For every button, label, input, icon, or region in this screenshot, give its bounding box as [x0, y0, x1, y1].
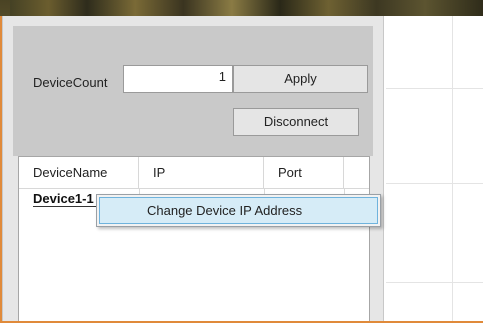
- column-header-device-name[interactable]: DeviceName: [19, 157, 139, 188]
- background-grid-line: [386, 88, 483, 89]
- column-header-filler: [344, 157, 369, 188]
- device-name-cell[interactable]: Device1-1: [33, 191, 98, 207]
- context-menu: Change Device IP Address: [96, 194, 381, 227]
- column-header-ip[interactable]: IP: [139, 157, 264, 188]
- background-grid-line: [386, 282, 483, 283]
- app-window: DeviceCount 1 Apply Disconnect DeviceNam…: [2, 16, 384, 323]
- change-device-ip-menu-item[interactable]: Change Device IP Address: [99, 197, 378, 224]
- desktop-wallpaper-top: [0, 0, 483, 16]
- device-table: DeviceName IP Port Device1-1: [18, 156, 370, 323]
- screen: DeviceCount 1 Apply Disconnect DeviceNam…: [0, 0, 483, 323]
- apply-button[interactable]: Apply: [233, 65, 368, 93]
- device-count-label: DeviceCount: [33, 75, 108, 90]
- device-count-input[interactable]: 1: [123, 65, 233, 93]
- background-grid-line: [452, 16, 453, 323]
- disconnect-button[interactable]: Disconnect: [233, 108, 359, 136]
- control-panel: DeviceCount 1 Apply Disconnect: [13, 26, 373, 156]
- table-header: DeviceName IP Port: [19, 157, 369, 189]
- column-header-port[interactable]: Port: [264, 157, 344, 188]
- background-grid-line: [386, 183, 483, 184]
- window-accent-border-left: [0, 16, 2, 323]
